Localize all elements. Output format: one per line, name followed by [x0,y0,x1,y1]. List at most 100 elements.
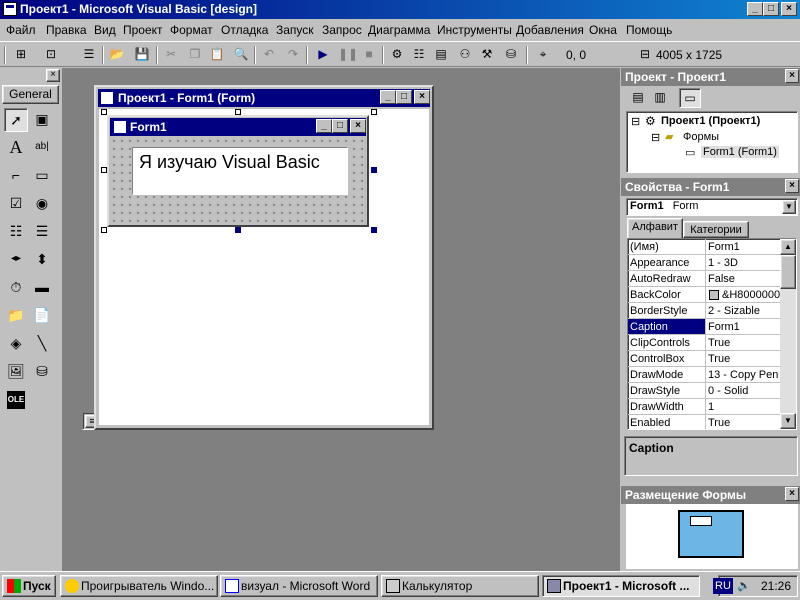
resize-handle-se[interactable] [371,227,377,233]
properties-window-icon[interactable]: ☷ [410,46,428,63]
menu-diagram[interactable]: Диаграмма [368,23,430,37]
property-row[interactable]: ClipControls True [628,335,782,351]
menu-edit[interactable]: Правка [46,23,87,37]
shape-tool-icon[interactable]: ◈ [4,332,28,356]
form1-grid[interactable]: Я изучаю Visual Basic [110,137,366,224]
property-row-selected[interactable]: Caption Form1 [628,319,782,335]
scroll-up-icon[interactable]: ▲ [780,239,796,255]
menu-tools[interactable]: Инструменты [437,23,512,37]
properties-close-button[interactable]: × [785,179,799,193]
menu-file[interactable]: Файл [6,23,36,37]
menu-debug[interactable]: Отладка [221,23,268,37]
toggle-folders-icon[interactable]: ▭ [679,88,701,108]
menu-query[interactable]: Запрос [322,23,362,37]
task-calculator[interactable]: Калькулятор [381,575,539,597]
dirlistbox-tool-icon[interactable]: 📁 [4,304,28,328]
scroll-down-icon[interactable]: ▼ [780,413,796,429]
toolbox-icon[interactable]: ⚒ [478,46,496,63]
property-row[interactable]: BorderStyle 2 - Sizable [628,303,782,319]
property-row[interactable]: Enabled True [628,415,782,429]
find-icon[interactable]: 🔍 [232,46,250,63]
language-indicator[interactable]: RU [713,578,733,594]
image-tool-icon[interactable]: 🖼 [4,360,28,384]
label-tool-icon[interactable]: A [4,136,28,160]
property-row[interactable]: DrawStyle 0 - Solid [628,383,782,399]
form1-design-surface[interactable]: Form1 _ □ × Я изучаю Visual Basic [107,115,369,227]
minimize-button[interactable]: _ [747,2,763,16]
filelistbox-tool-icon[interactable]: 📄 [30,304,54,328]
ole-tool-icon[interactable]: OLE [7,391,25,409]
add-form-icon[interactable]: ⊡ [42,46,60,63]
menu-addins[interactable]: Добавления [516,23,584,37]
open-folder-icon[interactable]: 📂 [108,46,126,63]
project-explorer-close-button[interactable]: × [785,69,799,83]
property-row[interactable]: ControlBox True [628,351,782,367]
line-tool-icon[interactable]: ╲ [30,332,54,356]
checkbox-tool-icon[interactable]: ☑ [4,192,28,216]
clock[interactable]: 21:26 [761,579,791,593]
tree-item-forms[interactable]: Формы [683,131,719,143]
scrollbar-thumb[interactable] [780,255,796,289]
property-row[interactable]: BackColor &H8000000 [628,287,782,303]
view-object-icon[interactable]: ▥ [651,90,669,106]
menu-editor-icon[interactable]: ☰ [80,46,98,63]
copy-icon[interactable]: ❐ [186,46,204,63]
property-row[interactable]: DrawMode 13 - Copy Pen [628,367,782,383]
property-row[interactable]: AutoRedraw False [628,271,782,287]
menu-run[interactable]: Запуск [276,23,314,37]
property-grid-scrollbar[interactable]: ▲ ▼ [780,239,796,429]
end-icon[interactable]: ■ [360,46,378,63]
start-button[interactable]: Пуск [2,575,56,597]
pointer-tool-icon[interactable]: ➚ [4,108,28,132]
property-row[interactable]: (Имя) Form1 [628,239,782,255]
menu-format[interactable]: Формат [170,23,213,37]
project-explorer-icon[interactable]: ⚙ [388,46,406,63]
data-view-icon[interactable]: ⛁ [502,46,520,63]
chevron-down-icon[interactable]: ▼ [782,200,796,214]
drivelistbox-tool-icon[interactable]: ▬ [30,276,54,300]
data-tool-icon[interactable]: ⛁ [30,360,54,384]
designer-close-button[interactable]: × [414,90,430,104]
designer-maximize-button[interactable]: □ [396,90,412,104]
cut-icon[interactable]: ✂ [162,46,180,63]
tab-categorized[interactable]: Категории [683,221,749,238]
volume-icon[interactable]: 🔈 [737,579,751,592]
property-row[interactable]: Appearance 1 - 3D [628,255,782,271]
tree-item-form1[interactable]: Form1 (Form1) [701,146,779,158]
object-selector[interactable]: Form1 Form ▼ [626,198,798,216]
resize-handle-e[interactable] [371,167,377,173]
view-code-icon[interactable]: ▤ [629,90,647,106]
toolbox-close-button[interactable]: × [46,69,60,82]
form-position-marker[interactable] [690,516,712,526]
label1-control[interactable]: Я изучаю Visual Basic [132,147,348,195]
start-icon[interactable]: ▶ [314,46,332,63]
vscrollbar-tool-icon[interactable]: ⬍ [30,248,54,272]
save-icon[interactable]: 💾 [133,46,151,63]
task-media-player[interactable]: Проигрыватель Windo... [60,575,218,597]
tree-expander[interactable]: ⊟ [631,115,640,128]
listbox-tool-icon[interactable]: ☰ [30,220,54,244]
commandbutton-tool-icon[interactable]: ▭ [30,164,54,188]
add-project-icon[interactable]: ⊞ [12,46,30,63]
form-layout-close-button[interactable]: × [785,487,799,501]
toolbox-general-tab[interactable]: General [2,85,59,104]
break-icon[interactable]: ❚❚ [338,46,358,63]
form-layout-icon[interactable]: ▤ [432,46,450,63]
redo-icon[interactable]: ↷ [284,46,302,63]
undo-icon[interactable]: ↶ [260,46,278,63]
tree-item-project[interactable]: Проект1 (Проект1) [661,115,760,127]
timer-tool-icon[interactable]: ⏱ [4,276,28,300]
menu-project[interactable]: Проект [123,23,163,37]
picturebox-tool-icon[interactable]: ▣ [30,108,54,132]
frame-tool-icon[interactable]: ⌐ [4,164,28,188]
textbox-tool-icon[interactable]: ab| [30,136,54,160]
designer-minimize-button[interactable]: _ [380,90,396,104]
tree-expander[interactable]: ⊟ [651,131,660,144]
menu-view[interactable]: Вид [94,23,116,37]
property-row[interactable]: DrawWidth 1 [628,399,782,415]
resize-handle-s[interactable] [235,227,241,233]
close-button[interactable]: × [781,2,797,16]
optionbutton-tool-icon[interactable]: ◉ [30,192,54,216]
hscrollbar-tool-icon[interactable]: ◂▸ [4,248,28,272]
menu-window[interactable]: Окна [589,23,617,37]
